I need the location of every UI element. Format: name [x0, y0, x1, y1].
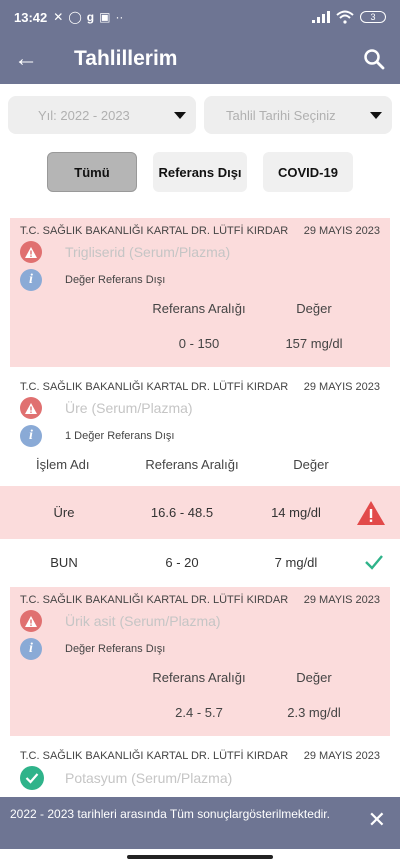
- result-date: 29 MAYIS 2023: [303, 225, 380, 237]
- test-name: Trigliserid (Serum/Plazma): [65, 244, 231, 260]
- page-title: Tahlillerim: [74, 47, 178, 70]
- warning-icon: [20, 241, 42, 263]
- more-dots-icon: ··: [115, 10, 124, 24]
- row-range: 6 - 20: [165, 554, 199, 570]
- reference-range: 2.4 - 5.7: [175, 705, 223, 720]
- snackbar: 2022 - 2023 tarihleri arasında Tüm sonuç…: [0, 797, 400, 849]
- hospital-name: T.C. SAĞLIK BAKANLIĞI KARTAL DR. LÜTFİ K…: [20, 381, 289, 393]
- check-icon: [365, 555, 383, 570]
- result-card[interactable]: T.C. SAĞLIK BAKANLIĞI KARTAL DR. LÜTFİ K…: [0, 736, 400, 797]
- reference-note: Değer Referans Dışı: [65, 643, 166, 655]
- result-value: 157 mg/dl: [285, 336, 343, 351]
- row-test-name: BUN: [50, 554, 78, 570]
- battery-icon: 3: [360, 11, 386, 23]
- search-icon[interactable]: [362, 47, 386, 71]
- test-name: Ürik asit (Serum/Plazma): [65, 613, 221, 629]
- briefcase-icon: ▣: [99, 10, 111, 24]
- result-card[interactable]: T.C. SAĞLIK BAKANLIĞI KARTAL DR. LÜTFİ K…: [0, 367, 400, 485]
- notification-icons: ✕ ◯ g ▣ ··: [53, 10, 123, 24]
- reference-note: Değer Referans Dışı: [65, 274, 166, 286]
- hospital-name: T.C. SAĞLIK BAKANLIĞI KARTAL DR. LÜTFİ K…: [20, 225, 289, 237]
- reference-range: 0 - 150: [178, 336, 220, 351]
- hospital-name: T.C. SAĞLIK BAKANLIĞI KARTAL DR. LÜTFİ K…: [20, 750, 289, 762]
- warning-icon: [20, 397, 42, 419]
- table-row[interactable]: BUN 6 - 20 7 mg/dl: [0, 542, 400, 582]
- result-date: 29 MAYIS 2023: [303, 381, 380, 393]
- wifi-icon: [336, 10, 354, 24]
- result-card[interactable]: T.C. SAĞLIK BAKANLIĞI KARTAL DR. LÜTFİ K…: [10, 218, 390, 367]
- row-value: 7 mg/dl: [274, 554, 318, 570]
- result-card[interactable]: T.C. SAĞLIK BAKANLIĞI KARTAL DR. LÜTFİ K…: [10, 587, 390, 736]
- results-list: T.C. SAĞLIK BAKANLIĞI KARTAL DR. LÜTFİ K…: [0, 218, 400, 485]
- snackbar-message: 2022 - 2023 tarihleri arasında Tüm sonuç…: [10, 807, 330, 821]
- info-icon: i: [20, 638, 42, 660]
- row-range: 16.6 - 48.5: [150, 505, 214, 520]
- test-name: Potasyum (Serum/Plazma): [65, 770, 233, 786]
- whatsapp-icon: ◯: [68, 10, 82, 24]
- back-arrow-icon[interactable]: ←: [14, 45, 44, 73]
- signal-icon: [312, 11, 330, 23]
- column-header-range: Referans Aralığı: [152, 670, 246, 685]
- home-indicator[interactable]: [127, 855, 273, 859]
- chevron-down-icon: [174, 111, 186, 119]
- row-value: 14 mg/dl: [271, 505, 321, 520]
- date-select-placeholder: Tahlil Tarihi Seçiniz: [226, 107, 336, 123]
- row-test-name: Üre: [53, 505, 75, 520]
- app-g-icon: g: [86, 10, 95, 24]
- warning-triangle-icon: [357, 500, 385, 525]
- close-icon[interactable]: ✕: [368, 809, 386, 831]
- tab-out-of-reference[interactable]: Referans Dışı: [153, 152, 247, 192]
- test-name: Üre (Serum/Plazma): [65, 400, 193, 416]
- hospital-name: T.C. SAĞLIK BAKANLIĞI KARTAL DR. LÜTFİ K…: [20, 594, 289, 606]
- app-bar: ← Tahlillerim: [0, 34, 400, 84]
- mute-icon: ✕: [53, 10, 64, 24]
- check-circle-icon: [20, 766, 44, 790]
- warning-icon: [20, 610, 42, 632]
- tab-covid[interactable]: COVID-19: [263, 152, 353, 192]
- result-value: 2.3 mg/dl: [287, 705, 341, 720]
- result-date: 29 MAYIS 2023: [303, 594, 380, 606]
- info-icon: i: [20, 425, 42, 447]
- filter-tabs: Tümü Referans Dışı COVID-19: [47, 152, 353, 192]
- column-header-range: Referans Aralığı: [152, 301, 246, 316]
- chevron-down-icon: [370, 111, 382, 119]
- gesture-nav-bar: [0, 849, 400, 866]
- table-row[interactable]: Üre 16.6 - 48.5 14 mg/dl: [0, 486, 400, 539]
- result-date: 29 MAYIS 2023: [303, 750, 380, 762]
- reference-note: 1 Değer Referans Dışı: [65, 430, 175, 442]
- filter-bar: Yıl: 2022 - 2023 Tahlil Tarihi Seçiniz: [8, 96, 392, 134]
- tab-all[interactable]: Tümü: [47, 152, 137, 192]
- year-select-value: Yıl: 2022 - 2023: [38, 107, 130, 123]
- status-bar: 13:42 ✕ ◯ g ▣ ·· 3: [0, 0, 400, 34]
- date-select[interactable]: Tahlil Tarihi Seçiniz: [204, 96, 392, 134]
- column-header-name: İşlem Adı: [36, 457, 90, 472]
- status-time: 13:42: [14, 9, 48, 25]
- column-header-value: Değer: [293, 457, 329, 472]
- year-select[interactable]: Yıl: 2022 - 2023: [8, 96, 196, 134]
- column-header-value: Değer: [296, 670, 332, 685]
- info-icon: i: [20, 269, 42, 291]
- column-header-range: Referans Aralığı: [145, 457, 239, 472]
- column-header-value: Değer: [296, 301, 332, 316]
